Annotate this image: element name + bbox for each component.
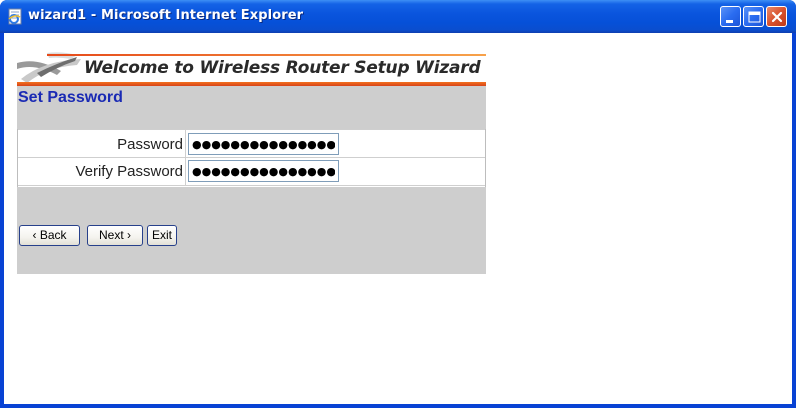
page-title: Set Password [18, 89, 123, 106]
row-divider [185, 130, 186, 157]
form-row-verify: Verify Password [18, 157, 485, 186]
window-title: wizard1 - Microsoft Internet Explorer [28, 8, 304, 23]
exit-button[interactable]: Exit [147, 225, 177, 246]
password-form: Password Verify Password [17, 129, 486, 187]
minimize-icon [726, 20, 733, 23]
banner-accent-line [47, 54, 486, 56]
form-row-password: Password [18, 129, 485, 158]
browser-window: wizard1 - Microsoft Internet Explorer We… [0, 0, 796, 408]
wizard-banner: Welcome to Wireless Router Setup Wizard [17, 49, 486, 86]
verify-password-label: Verify Password [75, 163, 183, 180]
maximize-button[interactable] [743, 6, 764, 27]
password-label: Password [117, 136, 183, 153]
maximize-icon [748, 11, 761, 23]
next-button[interactable]: Next › [87, 225, 143, 246]
banner-stripe [17, 82, 486, 86]
wizard-panel: Welcome to Wireless Router Setup Wizard … [17, 49, 486, 274]
verify-password-input[interactable] [188, 160, 339, 182]
close-icon [771, 11, 783, 23]
minimize-button[interactable] [720, 6, 741, 27]
banner-title: Welcome to Wireless Router Setup Wizard [84, 58, 481, 78]
ie-page-icon[interactable] [7, 8, 24, 25]
row-divider [185, 157, 186, 185]
close-button[interactable] [766, 6, 787, 27]
title-bar[interactable]: wizard1 - Microsoft Internet Explorer [0, 0, 796, 33]
browser-content: Welcome to Wireless Router Setup Wizard … [4, 33, 792, 404]
password-input[interactable] [188, 133, 339, 155]
back-button[interactable]: ‹ Back [19, 225, 80, 246]
